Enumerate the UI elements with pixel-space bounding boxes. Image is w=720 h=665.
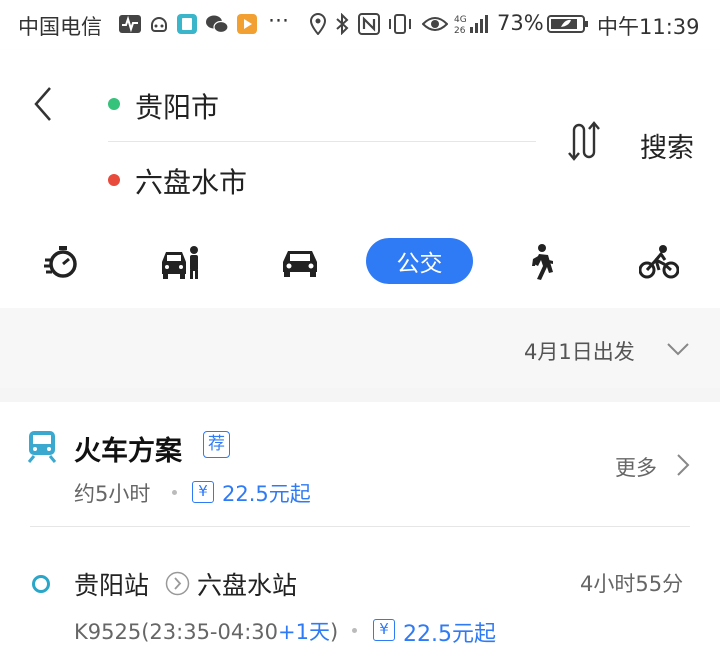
- bike-icon: [639, 245, 679, 279]
- origin-input[interactable]: 贵阳市: [135, 86, 219, 126]
- svg-text:26: 26: [454, 26, 466, 35]
- departure-date-row[interactable]: 4月1日出发: [0, 308, 720, 388]
- train-plan-card[interactable]: 火车方案 荐 约5小时 ¥ 22.5元起 更多 贵阳站 六盘水站 4小时55分 …: [0, 402, 720, 665]
- train-plan-title: 火车方案: [74, 436, 182, 467]
- car-icon: [283, 251, 317, 277]
- tab-bus[interactable]: 公交: [366, 238, 473, 284]
- destination-input[interactable]: 六盘水市: [135, 161, 247, 201]
- bluetooth-icon: [336, 13, 349, 35]
- stopwatch-icon: [44, 246, 77, 278]
- carrier-label: 中国电信: [18, 15, 102, 39]
- plus-day: +1天: [278, 620, 330, 644]
- to-station: 六盘水站: [197, 571, 298, 600]
- search-button[interactable]: 搜索: [640, 126, 694, 165]
- divider: [108, 141, 536, 142]
- separator-dot: [352, 628, 357, 633]
- more-dots-icon: ⋯: [268, 8, 289, 32]
- nfc-icon: [358, 13, 380, 35]
- vibrate-icon: [389, 14, 411, 34]
- clock: 中午11:39: [597, 15, 700, 39]
- train-icon: [27, 431, 57, 463]
- tab-taxi[interactable]: [154, 236, 206, 288]
- battery-icon: [547, 15, 588, 33]
- arrow-right-circle-icon: [165, 571, 190, 596]
- route-start-ring: [32, 575, 50, 593]
- transport-mode-tabs: 公交: [0, 236, 720, 288]
- route-price: 22.5元起: [403, 622, 496, 647]
- tab-recommend[interactable]: [36, 236, 86, 288]
- status-bar: 中国电信 ⋯ 4G 26 73% 中午11:39: [0, 0, 720, 50]
- recommended-badge: 荐: [203, 431, 230, 458]
- eye-icon: [422, 17, 448, 31]
- chevron-right-icon[interactable]: [676, 453, 690, 477]
- separator-dot: [172, 490, 177, 495]
- duration-summary: 约5小时: [74, 482, 151, 506]
- swap-icon[interactable]: [568, 120, 608, 162]
- trip-duration: 4小时55分: [580, 572, 684, 596]
- close-paren: ): [330, 620, 339, 644]
- svg-text:4G: 4G: [454, 15, 467, 25]
- yen-badge: ¥: [373, 619, 395, 641]
- tab-walk[interactable]: [518, 236, 562, 288]
- more-button[interactable]: 更多: [615, 452, 657, 482]
- yen-badge: ¥: [192, 481, 214, 503]
- signal-icon: 4G 26: [454, 15, 488, 35]
- departure-date[interactable]: 4月1日出发: [524, 336, 635, 366]
- destination-dot: [108, 174, 120, 186]
- route-header: 贵阳市 六盘水市 搜索 公交: [0, 50, 720, 308]
- from-station: 贵阳站: [74, 571, 150, 600]
- back-arrow-icon[interactable]: [28, 84, 58, 124]
- walk-icon: [532, 244, 553, 280]
- assistant-icon: [151, 17, 167, 32]
- play-icon: [237, 14, 257, 34]
- location-icon: [309, 13, 327, 35]
- train-schedule: K9525(23:35-04:30+1天): [74, 616, 338, 646]
- train-info: K9525(23:35-04:30: [74, 620, 279, 644]
- battery-percent: 73%: [497, 11, 544, 35]
- price-summary: 22.5元起: [222, 482, 311, 506]
- book-icon: [177, 14, 197, 34]
- divider: [30, 526, 690, 527]
- tab-bike[interactable]: [636, 236, 682, 288]
- tab-car[interactable]: [276, 236, 324, 288]
- origin-dot: [108, 98, 120, 110]
- chevron-down-icon: [667, 343, 689, 356]
- activity-icon: [119, 15, 141, 33]
- taxi-icon: [162, 246, 198, 279]
- wechat-icon: [206, 15, 229, 34]
- tab-bus-label: 公交: [396, 251, 443, 277]
